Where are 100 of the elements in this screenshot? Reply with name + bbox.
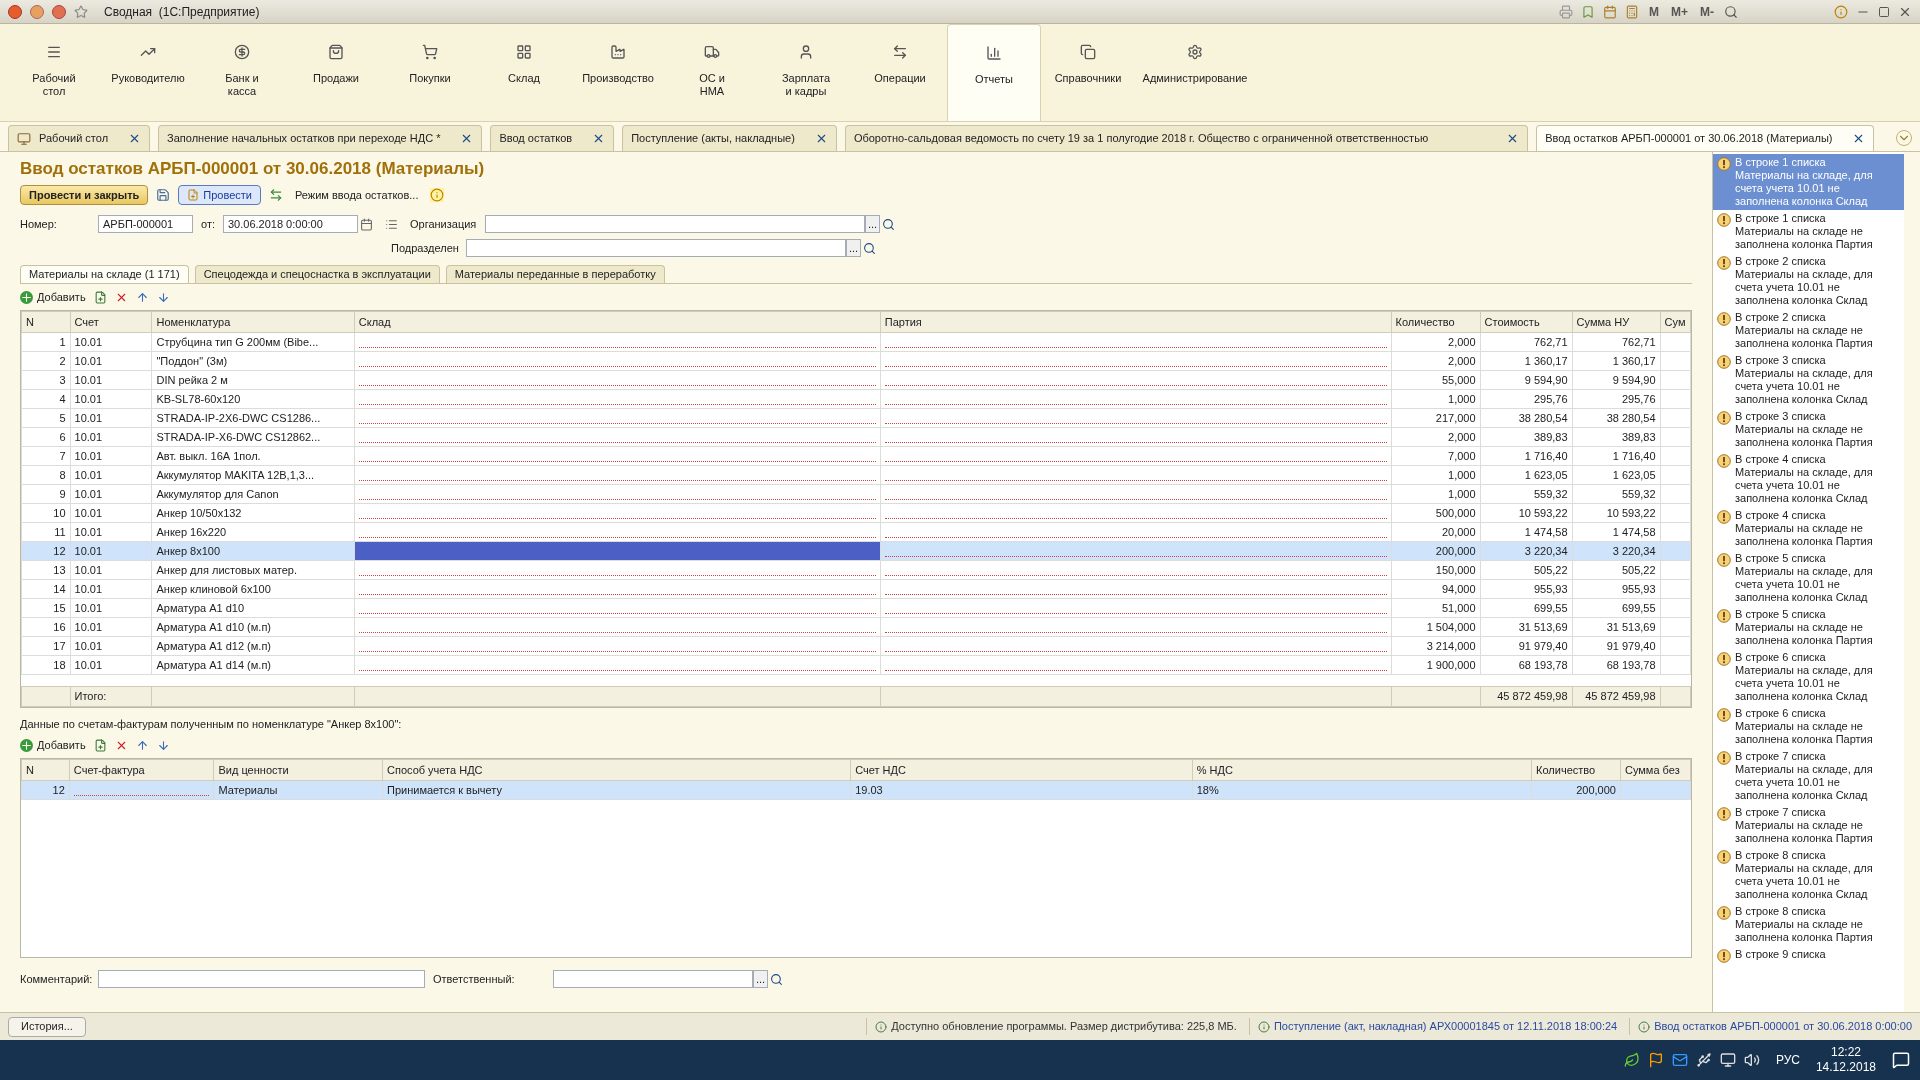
table-cell[interactable]: 9 594,90 — [1480, 370, 1573, 390]
table-cell[interactable]: 9 — [21, 484, 71, 504]
table-cell[interactable]: 9 594,90 — [1572, 370, 1661, 390]
close-icon[interactable] — [52, 4, 66, 19]
table-cell[interactable]: 559,32 — [1480, 484, 1573, 504]
leaf-icon[interactable] — [1623, 1052, 1640, 1068]
table-cell[interactable] — [880, 503, 1392, 523]
table-cell[interactable]: 1 — [21, 332, 71, 352]
table-cell[interactable]: Анкер для листовых матер. — [151, 560, 355, 580]
add-button[interactable]: Добавить — [20, 288, 86, 306]
table-cell[interactable]: Аккумулятор MAKITA 12В,1,3... — [151, 465, 355, 485]
table-cell[interactable]: 150,000 — [1391, 560, 1481, 580]
table-cell[interactable] — [354, 560, 881, 580]
table-cell[interactable]: 200,000 — [1531, 780, 1621, 800]
table-cell[interactable]: 12 — [21, 780, 70, 800]
table-cell[interactable] — [354, 351, 881, 371]
table-cell[interactable]: 20,000 — [1391, 522, 1481, 542]
table-cell[interactable] — [354, 617, 881, 637]
table-cell[interactable]: 10 593,22 — [1480, 503, 1573, 523]
table-cell[interactable]: 2 — [21, 351, 71, 371]
table-cell[interactable]: 31 513,69 — [1572, 617, 1661, 637]
table-cell[interactable]: 955,93 — [1480, 579, 1573, 599]
status-link[interactable]: Поступление (акт, накладная) АРХ00001845 от 12.11.2018 18:00:24 — [1273, 1018, 1618, 1035]
maximize-icon[interactable] — [1878, 5, 1890, 18]
table-cell[interactable]: 7 — [21, 446, 71, 466]
table-cell[interactable]: 51,000 — [1391, 598, 1481, 618]
section-button[interactable]: Администрирование — [1135, 24, 1255, 121]
message-item[interactable]: В строке 2 списка Материалы на складе, для счета учета 10.01 не заполнена колонка Склад — [1713, 253, 1904, 309]
table-cell[interactable]: 10.01 — [70, 503, 152, 523]
table-cell[interactable]: 10 593,22 — [1572, 503, 1661, 523]
table-cell[interactable]: Анкер 16х220 — [151, 522, 355, 542]
table-cell[interactable]: 18% — [1192, 780, 1532, 800]
table-cell[interactable] — [880, 465, 1392, 485]
table-cell[interactable]: 31 513,69 — [1480, 617, 1573, 637]
column-header[interactable]: Вид ценности — [214, 759, 383, 781]
message-item[interactable]: В строке 4 списка Материалы на складе не заполнена колонка Партия — [1713, 507, 1904, 550]
column-header[interactable]: Сум — [1660, 311, 1691, 333]
message-item[interactable]: В строке 5 списка Материалы на складе не заполнена колонка Партия — [1713, 606, 1904, 649]
section-button[interactable]: Зарплата и кадры — [759, 24, 853, 121]
volume-icon[interactable] — [1743, 1052, 1760, 1068]
table-cell[interactable]: 10.01 — [70, 427, 152, 447]
message-item[interactable]: В строке 3 списка Материалы на складе не заполнена колонка Партия — [1713, 408, 1904, 451]
section-button[interactable]: Банк и касса — [195, 24, 289, 121]
table-cell[interactable]: 1 623,05 — [1480, 465, 1573, 485]
table-cell[interactable]: 3 214,000 — [1391, 636, 1481, 656]
table-cell[interactable]: 68 193,78 — [1572, 655, 1661, 675]
table-cell[interactable]: 10.01 — [70, 465, 152, 485]
open-tab[interactable]: Поступление (акты, накладные) — [622, 125, 837, 151]
message-item[interactable]: В строке 7 списка Материалы на складе, для счета учета 10.01 не заполнена колонка Склад — [1713, 748, 1904, 804]
debit-credit-icon[interactable] — [268, 188, 283, 202]
info-icon[interactable] — [1834, 4, 1848, 19]
table-cell[interactable]: 10.01 — [70, 522, 152, 542]
table-cell[interactable]: Арматура А1 d10 (м.п) — [151, 617, 355, 637]
table-cell[interactable]: 2,000 — [1391, 351, 1481, 371]
table-cell[interactable]: 505,22 — [1480, 560, 1573, 580]
list-icon[interactable] — [385, 217, 398, 231]
table-cell[interactable]: 11 — [21, 522, 71, 542]
table-cell[interactable]: 559,32 — [1572, 484, 1661, 504]
section-button[interactable]: Руководителю — [101, 24, 195, 121]
flag-icon[interactable] — [1647, 1052, 1664, 1068]
table-cell[interactable]: 295,76 — [1480, 389, 1573, 409]
table-cell[interactable]: 699,55 — [1572, 598, 1661, 618]
move-up-icon[interactable] — [135, 738, 149, 752]
table-cell[interactable] — [354, 484, 881, 504]
table-cell[interactable]: 17 — [21, 636, 71, 656]
network-icon[interactable] — [1719, 1052, 1736, 1068]
app-logo-icon[interactable] — [8, 4, 22, 19]
column-header[interactable]: Партия — [880, 311, 1392, 333]
table-cell[interactable] — [880, 389, 1392, 409]
table-cell[interactable] — [880, 655, 1392, 675]
table-cell[interactable]: Анкер 10/50х132 — [151, 503, 355, 523]
table-cell[interactable]: 10.01 — [70, 617, 152, 637]
memory-button[interactable]: M+ — [1669, 2, 1690, 21]
table-cell[interactable]: 500,000 — [1391, 503, 1481, 523]
table-cell[interactable] — [354, 370, 881, 390]
calculator-icon[interactable] — [1625, 4, 1639, 19]
table-cell[interactable]: Авт. выкл. 16А 1пол. — [151, 446, 355, 466]
table-cell[interactable]: 10.01 — [70, 484, 152, 504]
table-cell[interactable]: 10.01 — [70, 389, 152, 409]
table-cell[interactable] — [69, 780, 214, 800]
table-cell[interactable]: 10.01 — [70, 408, 152, 428]
copy-icon[interactable] — [93, 738, 107, 752]
history-button[interactable]: История... — [8, 1016, 86, 1037]
table-cell[interactable] — [880, 617, 1392, 637]
table-cell[interactable] — [354, 332, 881, 352]
usb-icon[interactable] — [1695, 1052, 1712, 1068]
table-cell[interactable]: 762,71 — [1572, 332, 1661, 352]
table-cell[interactable] — [880, 370, 1392, 390]
table-cell[interactable]: 3 220,34 — [1572, 541, 1661, 561]
table-cell[interactable]: 1 900,000 — [1391, 655, 1481, 675]
message-item[interactable]: В строке 8 списка Материалы на складе, для счета учета 10.01 не заполнена колонка Склад — [1713, 847, 1904, 903]
notifications-icon[interactable] — [1892, 1051, 1910, 1069]
table-cell[interactable] — [880, 408, 1392, 428]
move-up-icon[interactable] — [135, 290, 149, 304]
message-item[interactable]: В строке 3 списка Материалы на складе, для счета учета 10.01 не заполнена колонка Склад — [1713, 352, 1904, 408]
table-cell[interactable]: 10.01 — [70, 351, 152, 371]
section-tab[interactable]: Материалы переданные в переработку — [445, 265, 665, 283]
add-button[interactable]: Добавить — [20, 736, 86, 754]
table-cell[interactable]: Принимается к вычету — [382, 780, 851, 800]
table-cell[interactable] — [880, 522, 1392, 542]
